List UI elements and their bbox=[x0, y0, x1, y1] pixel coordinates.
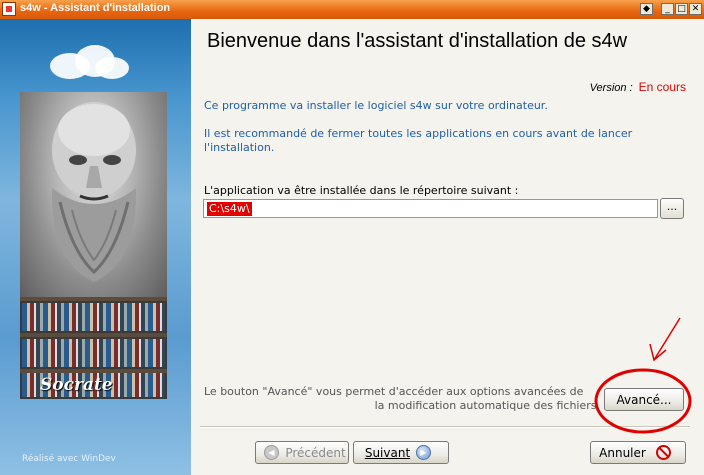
annotation-arrow-line bbox=[653, 317, 681, 361]
close-button[interactable]: ✕ bbox=[689, 3, 702, 15]
arrow-left-icon: ◀ bbox=[264, 445, 280, 460]
advanced-hint: Le bouton "Avancé" vous permet d'accéder… bbox=[204, 385, 600, 413]
directory-value: C:\s4w\ bbox=[207, 202, 252, 216]
browse-button[interactable]: ... bbox=[660, 198, 684, 219]
advanced-hint-line1: Le bouton "Avancé" vous permet d'accéder… bbox=[204, 385, 584, 398]
no-entry-icon bbox=[655, 445, 671, 460]
title-bar[interactable]: s4w - Assistant d'installation ◆ _ □ ✕ bbox=[0, 0, 704, 19]
directory-input[interactable]: C:\s4w\ bbox=[203, 199, 658, 218]
next-button[interactable]: Suivant ▶ bbox=[353, 441, 449, 464]
extra-button[interactable]: ◆ bbox=[640, 3, 653, 15]
socrates-portrait-image bbox=[20, 92, 167, 297]
window-title: s4w - Assistant d'installation bbox=[20, 2, 171, 14]
next-label: Suivant bbox=[364, 445, 411, 460]
advanced-hint-line2: la modification automatique des fichiers… bbox=[374, 399, 600, 412]
version-value: En cours bbox=[638, 80, 686, 94]
sidebar-panel: Socrate Réalisé avec WinDev bbox=[0, 19, 191, 475]
close-apps-text: Il est recommandé de fermer toutes les a… bbox=[204, 127, 633, 154]
advanced-button[interactable]: Avancé... bbox=[604, 388, 684, 411]
cancel-label: Annuler bbox=[599, 445, 646, 460]
button-separator bbox=[200, 426, 690, 428]
cloud-image bbox=[40, 39, 130, 83]
windev-footer: Réalisé avec WinDev bbox=[22, 454, 116, 464]
installer-window: s4w - Assistant d'installation ◆ _ □ ✕ S… bbox=[0, 0, 704, 475]
directory-label: L'application va être installée dans le … bbox=[204, 184, 519, 197]
cancel-button[interactable]: Annuler bbox=[590, 441, 686, 464]
app-icon bbox=[2, 2, 16, 16]
socrate-caption: Socrate bbox=[40, 375, 113, 395]
maximize-button[interactable]: □ bbox=[675, 3, 688, 15]
page-title: Bienvenue dans l'assistant d'installatio… bbox=[207, 30, 628, 52]
intro-text: Ce programme va installer le logiciel s4… bbox=[204, 99, 548, 112]
version-label: Version : bbox=[589, 82, 633, 94]
version-info: Version : En cours bbox=[590, 80, 686, 94]
annotation-arrow-head bbox=[649, 343, 667, 362]
previous-label: Précédent bbox=[285, 445, 346, 460]
arrow-right-icon: ▶ bbox=[416, 445, 432, 460]
previous-button[interactable]: ◀ Précédent bbox=[255, 441, 349, 464]
minimize-button[interactable]: _ bbox=[661, 3, 674, 15]
